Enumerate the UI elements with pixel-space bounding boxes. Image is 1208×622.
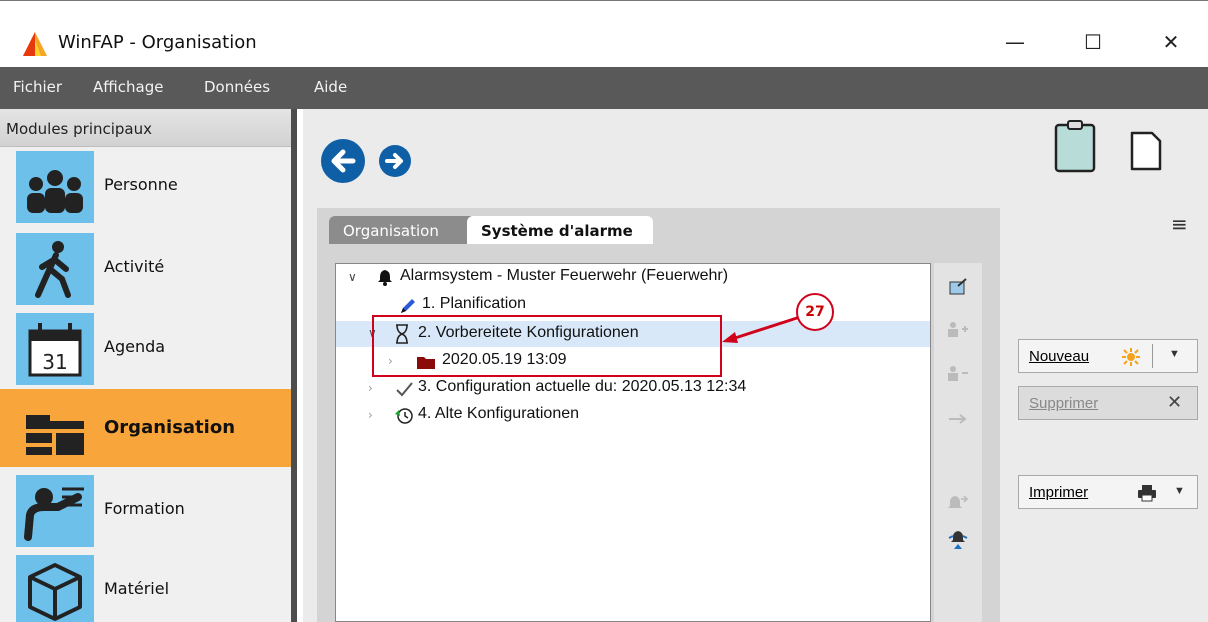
modules-sidebar: Modules principaux Personne Activité 31 … bbox=[0, 109, 297, 622]
tab-systeme-alarme[interactable]: Système d'alarme bbox=[467, 216, 653, 244]
menu-bar: Fichier Affichage Données Aide bbox=[0, 67, 1208, 109]
annotation-arrow bbox=[722, 315, 801, 343]
folders-icon bbox=[16, 393, 94, 465]
sidebar-item-label: Personne bbox=[104, 175, 178, 194]
svg-text:31: 31 bbox=[42, 350, 67, 374]
walking-person-icon bbox=[16, 233, 94, 305]
add-person-button[interactable] bbox=[944, 315, 972, 343]
winfap-logo-icon bbox=[23, 32, 47, 56]
forward-button[interactable] bbox=[379, 145, 411, 177]
tree-row-alte[interactable]: › 4. Alte Konfigurationen bbox=[336, 404, 930, 428]
menu-icon[interactable]: ≡ bbox=[1171, 212, 1188, 236]
tab-panel: Organisation Système d'alarme ∨ Alarmsys… bbox=[317, 208, 1000, 622]
tree-toolbar bbox=[934, 263, 982, 622]
send-alarm-button[interactable] bbox=[944, 489, 972, 517]
menu-aide[interactable]: Aide bbox=[314, 78, 347, 96]
add-person-icon bbox=[948, 322, 968, 337]
menu-fichier[interactable]: Fichier bbox=[13, 78, 62, 96]
imprimer-button[interactable]: Imprimer ▼ bbox=[1018, 475, 1198, 509]
arrow-right-icon bbox=[949, 414, 967, 424]
calendar-icon: 31 bbox=[16, 313, 94, 385]
supprimer-label: Supprimer bbox=[1029, 395, 1099, 412]
nouveau-label: Nouveau bbox=[1029, 348, 1090, 365]
sidebar-item-label: Formation bbox=[104, 499, 185, 518]
window-title: WinFAP - Organisation bbox=[58, 32, 257, 53]
sidebar-item-personne[interactable]: Personne bbox=[0, 147, 291, 225]
printer-icon bbox=[1138, 485, 1156, 502]
bell-arrow-icon bbox=[948, 495, 969, 508]
menu-affichage[interactable]: Affichage bbox=[93, 78, 163, 96]
new-document-icon[interactable] bbox=[1129, 131, 1163, 171]
sidebar-item-activite[interactable]: Activité bbox=[0, 229, 291, 307]
annotation-highlight-box bbox=[372, 315, 722, 377]
modules-header: Modules principaux bbox=[0, 109, 291, 147]
history-icon bbox=[395, 408, 413, 424]
people-icon bbox=[16, 151, 94, 223]
separator bbox=[1152, 344, 1153, 368]
sun-icon bbox=[1122, 348, 1140, 366]
sidebar-item-organisation[interactable]: Organisation bbox=[0, 389, 291, 467]
sidebar-item-label: Organisation bbox=[104, 417, 236, 438]
tree-item-label: 1. Planification bbox=[422, 295, 527, 312]
title-bar: WinFAP - Organisation — ☐ ✕ bbox=[0, 0, 1208, 67]
chevron-down-icon[interactable]: ∨ bbox=[348, 270, 357, 284]
tree-item-label: Alarmsystem - Muster Feuerwehr (Feuerweh… bbox=[400, 267, 729, 284]
maximize-button[interactable]: ☐ bbox=[1070, 24, 1116, 60]
clipboard-icon[interactable] bbox=[1054, 119, 1096, 173]
remove-person-icon bbox=[948, 366, 968, 381]
tab-organisation[interactable]: Organisation bbox=[329, 216, 479, 244]
tree-row-alarmsystem[interactable]: ∨ Alarmsystem - Muster Feuerwehr (Feuerw… bbox=[336, 266, 930, 290]
menu-donnees[interactable]: Données bbox=[204, 78, 270, 96]
checkmark-icon bbox=[396, 382, 413, 397]
imprimer-label: Imprimer bbox=[1029, 484, 1089, 501]
remove-person-button[interactable] bbox=[944, 359, 972, 387]
chevron-down-icon[interactable]: ▼ bbox=[1174, 485, 1185, 497]
move-right-button[interactable] bbox=[944, 405, 972, 433]
chevron-right-icon[interactable]: › bbox=[368, 381, 373, 395]
box-icon bbox=[16, 555, 94, 622]
arrow-right-icon bbox=[385, 153, 403, 169]
tree-item-label: 4. Alte Konfigurationen bbox=[418, 405, 580, 422]
chevron-right-icon[interactable]: › bbox=[368, 408, 373, 422]
back-button[interactable] bbox=[321, 139, 365, 183]
sidebar-item-label: Agenda bbox=[104, 337, 166, 356]
arrow-left-icon bbox=[331, 149, 356, 173]
annotation-number-badge: 27 bbox=[796, 293, 834, 331]
alarm-sort-button[interactable] bbox=[944, 525, 972, 553]
pencil-icon bbox=[401, 299, 415, 313]
bell-icon bbox=[378, 270, 392, 286]
tree-item-label: 3. Configuration actuelle du: 2020.05.13… bbox=[418, 378, 747, 395]
edit-node-button[interactable] bbox=[944, 273, 972, 301]
close-icon: ✕ bbox=[1167, 392, 1183, 412]
edit-node-icon bbox=[949, 278, 967, 295]
sidebar-item-agenda[interactable]: 31 Agenda bbox=[0, 309, 291, 387]
sidebar-item-materiel[interactable]: Matériel bbox=[0, 551, 291, 622]
sidebar-item-label: Activité bbox=[104, 257, 165, 276]
bell-sort-icon bbox=[948, 531, 968, 549]
sidebar-item-label: Matériel bbox=[104, 579, 170, 598]
close-button[interactable]: ✕ bbox=[1148, 24, 1194, 60]
sidebar-item-formation[interactable]: Formation bbox=[0, 471, 291, 549]
nouveau-button[interactable]: Nouveau ▼ bbox=[1018, 339, 1198, 373]
teacher-icon bbox=[16, 475, 94, 547]
tree-row-config-actuelle[interactable]: › 3. Configuration actuelle du: 2020.05.… bbox=[336, 377, 930, 401]
supprimer-button[interactable]: Supprimer ✕ bbox=[1018, 386, 1198, 420]
chevron-down-icon[interactable]: ▼ bbox=[1169, 348, 1180, 360]
minimize-button[interactable]: — bbox=[992, 24, 1038, 60]
